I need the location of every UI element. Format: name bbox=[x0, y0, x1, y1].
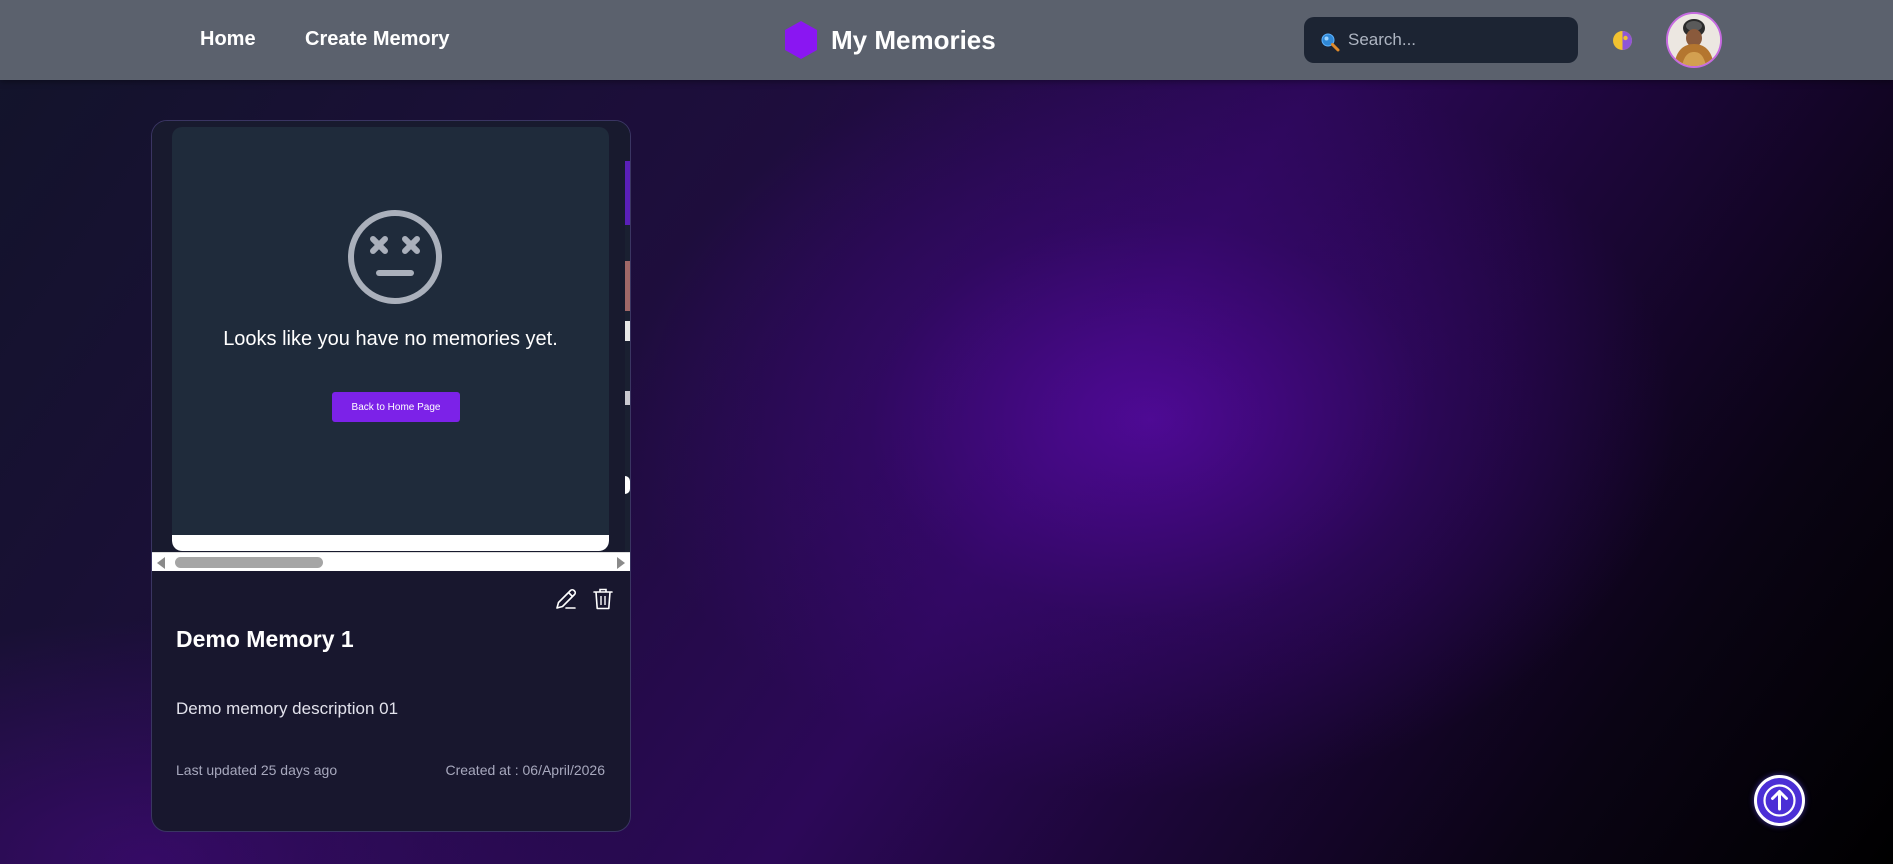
preview-bottom-bar bbox=[172, 535, 609, 551]
avatar[interactable] bbox=[1666, 12, 1722, 68]
created-at-text: Created at : 06/April/2026 bbox=[445, 762, 605, 778]
navbar: Home Create Memory My Memories bbox=[0, 0, 1893, 80]
memory-description: Demo memory description 01 bbox=[176, 699, 399, 718]
scroll-right-arrow-icon[interactable] bbox=[617, 557, 625, 569]
memory-title: Demo Memory 1 bbox=[176, 626, 354, 652]
scroll-to-top-button[interactable] bbox=[1754, 775, 1805, 826]
preview-screenshot: Looks like you have no memories yet. Bac… bbox=[172, 127, 609, 551]
back-to-home-button[interactable]: Back to Home Page bbox=[332, 392, 460, 422]
nav-link-home[interactable]: Home bbox=[200, 28, 256, 51]
arrow-up-icon bbox=[1763, 784, 1796, 817]
brand[interactable]: My Memories bbox=[783, 20, 996, 60]
horizontal-scrollbar[interactable] bbox=[152, 552, 630, 571]
scroll-left-arrow-icon[interactable] bbox=[157, 557, 165, 569]
next-preview-peek bbox=[625, 161, 630, 557]
search-input[interactable] bbox=[1348, 27, 1566, 53]
scrollbar-thumb[interactable] bbox=[175, 557, 323, 568]
brand-title: My Memories bbox=[831, 24, 996, 55]
dizzy-face-icon bbox=[348, 210, 442, 304]
empty-state-message: Looks like you have no memories yet. bbox=[223, 328, 558, 350]
avatar-image bbox=[1668, 14, 1720, 66]
nav-link-create-memory[interactable]: Create Memory bbox=[305, 28, 450, 51]
theme-toggle-icon[interactable] bbox=[1612, 30, 1633, 51]
hexagon-logo-icon bbox=[785, 21, 817, 59]
memory-preview[interactable]: Looks like you have no memories yet. Bac… bbox=[152, 121, 630, 571]
last-updated-text: Last updated 25 days ago bbox=[176, 762, 338, 778]
memory-card[interactable]: Looks like you have no memories yet. Bac… bbox=[151, 120, 631, 832]
trash-icon[interactable] bbox=[592, 587, 614, 611]
search-box[interactable] bbox=[1304, 17, 1578, 63]
edit-icon[interactable] bbox=[554, 587, 578, 611]
search-icon bbox=[1321, 33, 1340, 52]
